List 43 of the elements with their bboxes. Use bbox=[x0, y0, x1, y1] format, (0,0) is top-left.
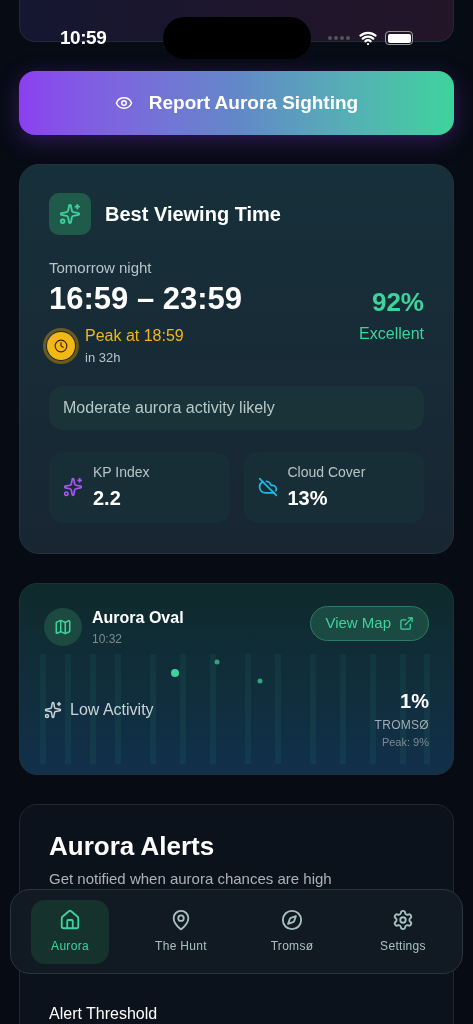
peak-countdown: in 32h bbox=[85, 349, 122, 368]
clock-icon bbox=[43, 328, 79, 364]
status-time: 10:59 bbox=[60, 25, 107, 50]
update-time: 10:32 bbox=[92, 630, 124, 648]
wifi-icon bbox=[359, 29, 377, 47]
tab[interactable]: Aurora bbox=[31, 899, 109, 964]
cloud-off-icon bbox=[257, 477, 278, 498]
signal-icon bbox=[327, 35, 351, 41]
viewing-window: 16:59 – 23:59 bbox=[49, 279, 243, 319]
report-sighting-button[interactable]: Report Aurora Sighting bbox=[19, 71, 454, 135]
day-label: Tomorrow night bbox=[49, 258, 153, 278]
map-icon bbox=[44, 607, 82, 646]
tab[interactable]: Settings bbox=[364, 899, 442, 964]
threshold-label: Alert Threshold bbox=[49, 1004, 159, 1024]
stat-value: 2.2 bbox=[93, 485, 122, 511]
eye-icon bbox=[114, 94, 133, 112]
tab[interactable]: The Hunt bbox=[142, 899, 220, 964]
activity-percent: 1% bbox=[400, 688, 429, 714]
alerts-title: Aurora Alerts bbox=[49, 829, 216, 863]
tab[interactable]: Tromsø bbox=[253, 899, 331, 964]
summary-panel: Moderate aurora activity likely bbox=[49, 385, 424, 430]
card-title: Best Viewing Time bbox=[105, 202, 281, 227]
settings-icon bbox=[392, 908, 414, 931]
card-title: Aurora Oval bbox=[92, 607, 184, 628]
sparkles-icon bbox=[49, 193, 91, 235]
view-map-button[interactable]: View Map bbox=[310, 605, 429, 641]
battery-icon bbox=[385, 31, 413, 45]
location-label: TROMSØ bbox=[374, 716, 429, 734]
compass-icon bbox=[281, 908, 303, 931]
peak-label: Peak: 9% bbox=[381, 734, 429, 750]
map-pin-icon bbox=[170, 908, 192, 931]
external-link-icon bbox=[399, 615, 414, 631]
stat-value: 13% bbox=[287, 485, 329, 511]
chance-percent: 92% bbox=[371, 286, 424, 319]
chance-rating: Excellent bbox=[359, 324, 424, 344]
stat-label: Cloud Cover bbox=[287, 462, 366, 482]
activity-label: Low Activity bbox=[70, 699, 154, 720]
home-icon bbox=[59, 908, 81, 931]
sparkles-icon bbox=[63, 477, 83, 498]
stat-label: KP Index bbox=[93, 462, 150, 482]
peak-time: Peak at 18:59 bbox=[85, 326, 184, 347]
alerts-subtitle: Get notified when aurora chances are high bbox=[49, 868, 333, 889]
sparkles-icon bbox=[44, 700, 62, 719]
